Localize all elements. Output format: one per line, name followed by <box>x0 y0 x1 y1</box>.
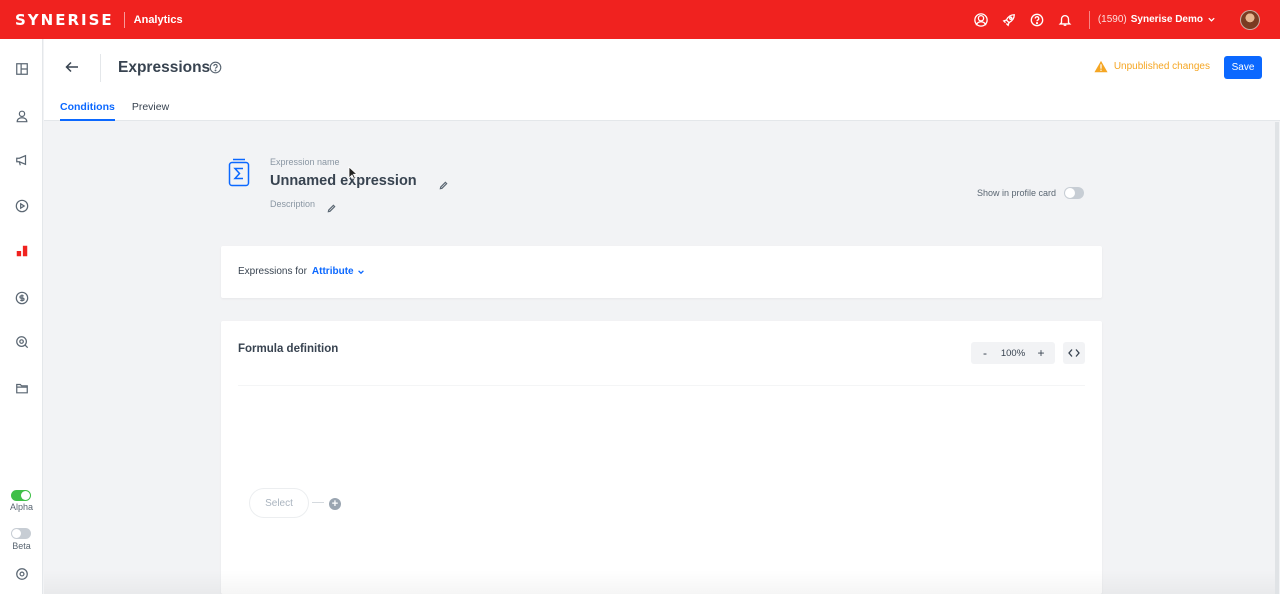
tab-conditions[interactable]: Conditions <box>60 101 115 121</box>
synerise-logo[interactable]: SYNERISE <box>15 11 114 29</box>
show-in-profile-label: Show in profile card <box>977 188 1057 198</box>
add-node-button[interactable]: + <box>329 498 341 510</box>
expressions-for-row: Expressions for Attribute <box>238 266 365 277</box>
alpha-label: Alpha <box>9 502 34 512</box>
dashboard-icon[interactable] <box>14 61 29 76</box>
search-target-icon[interactable] <box>14 334 29 349</box>
show-in-profile-toggle[interactable] <box>1064 187 1085 199</box>
edit-name-pencil-icon[interactable] <box>439 177 448 190</box>
analytics-icon[interactable] <box>14 243 29 258</box>
unpublished-status: Unpublished changes <box>1094 60 1210 73</box>
bell-icon[interactable] <box>1051 0 1079 39</box>
code-view-icon[interactable] <box>1063 342 1085 364</box>
profile-icon[interactable] <box>14 108 29 123</box>
zoom-control: - 100% + <box>971 342 1055 364</box>
app-name[interactable]: Analytics <box>134 14 183 26</box>
folder-icon[interactable] <box>14 380 29 395</box>
expression-name[interactable]: Unnamed expression <box>270 173 417 189</box>
bottom-shadow <box>44 570 1275 594</box>
rocket-icon[interactable] <box>995 0 1023 39</box>
avatar[interactable] <box>1240 9 1260 30</box>
dollar-icon[interactable] <box>14 290 29 305</box>
expressions-for-card: Expressions for Attribute <box>221 246 1102 298</box>
expressions-for-dropdown[interactable]: Attribute <box>312 266 365 277</box>
title-help-icon[interactable] <box>209 61 223 75</box>
tab-bar: Conditions Preview <box>60 101 169 121</box>
org-id: (1590) <box>1097 14 1127 25</box>
tab-preview[interactable]: Preview <box>132 101 169 121</box>
chevron-down-icon <box>1208 17 1215 22</box>
alpha-toggle[interactable] <box>11 490 31 501</box>
gear-icon[interactable] <box>14 566 29 581</box>
chevron-down-icon <box>357 269 364 274</box>
organization-switcher[interactable]: (1590) Synerise Demo <box>1098 14 1216 25</box>
help-icon[interactable] <box>1023 0 1051 39</box>
warning-icon <box>1094 60 1108 73</box>
topbar-divider <box>1088 10 1090 29</box>
expression-name-label: Expression name <box>270 157 340 167</box>
formula-title: Formula definition <box>238 343 339 355</box>
scrollbar[interactable] <box>1275 122 1279 594</box>
beta-toggle[interactable] <box>11 528 31 539</box>
formula-divider <box>238 385 1085 386</box>
select-node[interactable]: Select <box>249 488 309 518</box>
unpublished-text: Unpublished changes <box>1113 61 1210 72</box>
page-header: Expressions Unpublished changes Save Con… <box>44 39 1280 121</box>
org-name: Synerise Demo <box>1130 14 1203 25</box>
top-bar: SYNERISE Analytics (1590) Synerise Demo <box>0 0 1280 39</box>
play-icon[interactable] <box>14 198 29 213</box>
edit-description-pencil-icon[interactable] <box>327 200 336 213</box>
megaphone-icon[interactable] <box>14 152 29 167</box>
formula-definition-card: Formula definition - 100% + Select + <box>221 321 1102 594</box>
show-in-profile-card: Show in profile card <box>977 187 1085 199</box>
expressions-for-value: Attribute <box>311 266 354 277</box>
left-sidebar: Alpha Beta <box>0 39 43 594</box>
header-divider <box>100 54 101 82</box>
logo-divider <box>123 11 125 28</box>
beta-label: Beta <box>12 541 31 551</box>
node-connector <box>312 502 324 503</box>
zoom-in-button[interactable]: + <box>1035 346 1047 360</box>
sigma-icon <box>226 158 252 188</box>
expressions-for-label: Expressions for <box>238 266 307 277</box>
mouse-cursor-icon <box>348 166 359 180</box>
zoom-out-button[interactable]: - <box>979 346 991 360</box>
user-circle-icon[interactable] <box>967 0 995 39</box>
back-arrow-icon[interactable] <box>62 59 82 75</box>
save-button[interactable]: Save <box>1224 56 1262 79</box>
page-title: Expressions <box>118 59 211 76</box>
zoom-level: 100% <box>1000 347 1026 359</box>
description-label[interactable]: Description <box>270 199 315 209</box>
top-bar-actions: (1590) Synerise Demo <box>967 0 1280 39</box>
